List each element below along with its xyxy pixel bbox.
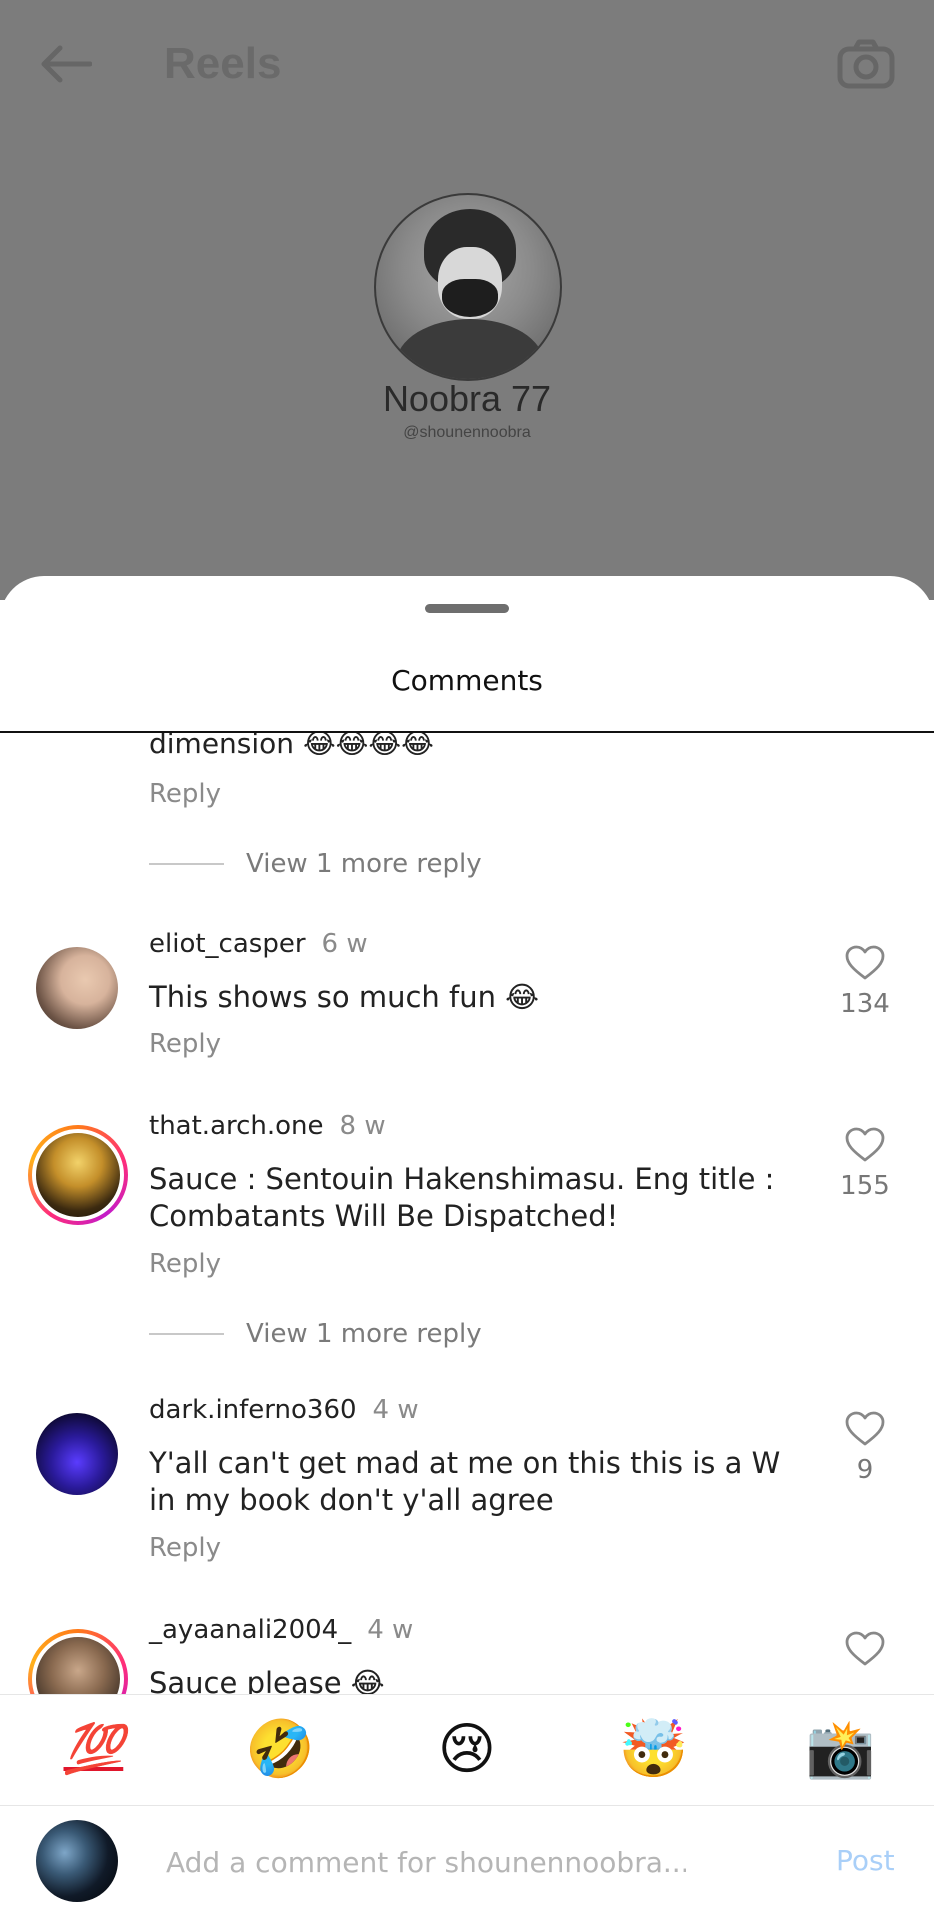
like-button[interactable]: 155 xyxy=(835,1127,895,1201)
comment-timestamp: 4 w xyxy=(372,1395,419,1425)
like-count: 134 xyxy=(840,989,890,1019)
camera-flash-emoji-button[interactable]: 📸 xyxy=(801,1710,881,1790)
comment-username[interactable]: that.arch.one xyxy=(149,1111,324,1141)
comment-list[interactable]: dimension 😂😂😂😂 Reply View 1 more reply e… xyxy=(0,733,934,1845)
page-title: Reels xyxy=(164,39,282,88)
comment-timestamp: 6 w xyxy=(321,929,368,959)
heart-icon xyxy=(845,1411,885,1446)
avatar[interactable] xyxy=(36,1413,118,1495)
reply-button[interactable]: Reply xyxy=(149,779,221,809)
heart-icon xyxy=(845,1631,885,1666)
comment-text: This shows so much fun 😂 xyxy=(149,980,540,1014)
reply-button[interactable]: Reply xyxy=(149,1029,221,1059)
avatar[interactable] xyxy=(28,1125,128,1225)
top-bar: Reels xyxy=(0,0,934,128)
profile-handle: @shounennoobra xyxy=(403,424,531,441)
crying-emoji-button[interactable]: 😢 xyxy=(427,1710,507,1790)
comment-username[interactable]: eliot_casper xyxy=(149,929,306,959)
avatar[interactable] xyxy=(36,947,118,1029)
comment-text: dimension 😂😂😂😂 xyxy=(149,733,434,760)
like-button[interactable]: 9 xyxy=(835,1411,895,1485)
current-user-avatar xyxy=(36,1820,118,1902)
sheet-drag-handle[interactable] xyxy=(425,604,509,613)
divider xyxy=(0,731,934,733)
view-more-replies-button[interactable]: View 1 more reply xyxy=(149,849,482,879)
comment-item: dark.inferno360 4 w Y'all can't get mad … xyxy=(0,1395,934,1565)
hundred-emoji-button[interactable]: 💯 xyxy=(53,1710,133,1790)
camera-icon xyxy=(837,39,895,89)
comment-composer: Post xyxy=(0,1806,934,1920)
comment-timestamp: 8 w xyxy=(339,1111,386,1141)
profile-avatar[interactable] xyxy=(374,193,562,381)
comment-item: that.arch.one 8 w Sauce : Sentouin Haken… xyxy=(0,1111,934,1391)
profile-name: Noobra 77 xyxy=(382,378,552,419)
view-more-replies-label: View 1 more reply xyxy=(246,1319,482,1349)
comment-item: eliot_casper 6 w This shows so much fun … xyxy=(0,929,934,1079)
comment-username[interactable]: _ayaanali2004_ xyxy=(149,1615,351,1645)
like-count: 155 xyxy=(840,1171,890,1201)
heart-icon xyxy=(845,1127,885,1162)
camera-button[interactable] xyxy=(832,30,900,98)
like-button[interactable]: 134 xyxy=(835,945,895,1019)
comment-input[interactable] xyxy=(166,1842,686,1882)
view-more-replies-label: View 1 more reply xyxy=(246,849,482,879)
sheet-title: Comments xyxy=(391,664,543,697)
back-button[interactable] xyxy=(30,34,100,94)
reply-button[interactable]: Reply xyxy=(149,1249,221,1279)
reel-background: Reels Noobra 77 @shounennoobra xyxy=(0,0,934,600)
rofl-emoji-button[interactable]: 🤣 xyxy=(240,1710,320,1790)
post-button[interactable]: Post xyxy=(836,1844,895,1877)
comment-meta: _ayaanali2004_ 4 w xyxy=(149,1615,413,1645)
quick-emoji-bar: 💯 🤣 😢 🤯 📸 xyxy=(0,1694,934,1806)
arrow-left-icon xyxy=(41,45,92,83)
comment-text: Y'all can't get mad at me on this this i… xyxy=(149,1446,781,1517)
comment-text: Sauce : Sentouin Hakenshimasu. Eng title… xyxy=(149,1162,775,1233)
comment-timestamp: 4 w xyxy=(367,1615,414,1645)
comment-meta: that.arch.one 8 w xyxy=(149,1111,386,1141)
reply-button[interactable]: Reply xyxy=(149,1533,221,1563)
comment-username[interactable]: dark.inferno360 xyxy=(149,1395,357,1425)
like-button[interactable] xyxy=(835,1631,895,1667)
comment-meta: dark.inferno360 4 w xyxy=(149,1395,419,1425)
view-more-replies-button[interactable]: View 1 more reply xyxy=(149,1319,482,1349)
comment-meta: eliot_casper 6 w xyxy=(149,929,368,959)
like-count: 9 xyxy=(856,1455,874,1485)
mind-blown-emoji-button[interactable]: 🤯 xyxy=(614,1710,694,1790)
heart-icon xyxy=(845,945,885,980)
